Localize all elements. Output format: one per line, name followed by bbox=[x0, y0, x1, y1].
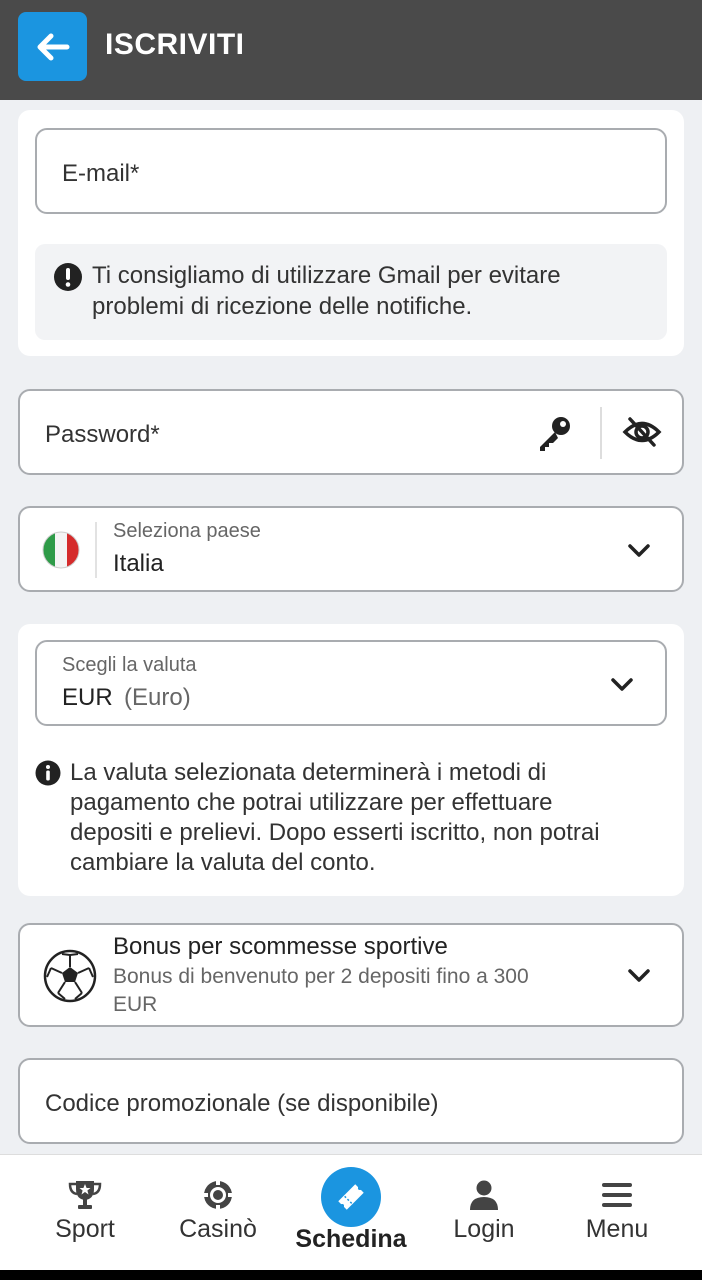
nav-label-login: Login bbox=[453, 1215, 515, 1243]
country-select[interactable]: Seleziona paese Italia bbox=[18, 506, 684, 592]
nav-item-sport[interactable]: Sport bbox=[18, 1155, 152, 1271]
chip-icon bbox=[203, 1180, 233, 1210]
chevron-down-icon bbox=[611, 678, 633, 691]
trophy-icon bbox=[68, 1181, 102, 1209]
nav-label-sport: Sport bbox=[55, 1215, 115, 1243]
bonus-title: Bonus per scommesse sportive bbox=[113, 933, 448, 960]
info-icon bbox=[35, 760, 61, 786]
gmail-note: Ti consigliamo di utilizzare Gmail per e… bbox=[35, 244, 667, 340]
gmail-note-line1: Ti consigliamo di utilizzare Gmail per e… bbox=[92, 262, 561, 289]
menu-icon bbox=[602, 1183, 632, 1207]
bonus-select[interactable]: Bonus per scommesse sportive Bonus di be… bbox=[18, 923, 684, 1027]
email-field[interactable]: E-mail* bbox=[35, 128, 667, 214]
arrow-left-icon bbox=[37, 33, 69, 60]
promo-code-field[interactable]: Codice promozionale (se disponibile) bbox=[18, 1058, 684, 1144]
password-field[interactable]: Password* bbox=[18, 389, 684, 475]
currency-label: Scegli la valuta bbox=[62, 654, 197, 676]
currency-note-line4: cambiare la valuta del conto. bbox=[70, 849, 376, 876]
currency-note-line3: depositi e prelievi. Dopo esserti iscrit… bbox=[70, 819, 600, 846]
chevron-down-icon bbox=[628, 544, 650, 557]
page-title: ISCRIVITI bbox=[105, 28, 245, 61]
warning-icon bbox=[54, 263, 82, 291]
nav-item-menu[interactable]: Menu bbox=[550, 1155, 684, 1271]
nav-item-casino[interactable]: Casinò bbox=[151, 1155, 285, 1271]
chevron-down-icon bbox=[628, 969, 650, 982]
italy-flag-icon bbox=[42, 531, 80, 569]
field-divider bbox=[600, 407, 602, 459]
currency-card: Scegli la valuta EUR (Euro) La valuta se… bbox=[18, 624, 684, 896]
schedina-active-indicator bbox=[321, 1167, 381, 1227]
nav-label-schedina: Schedina bbox=[295, 1225, 407, 1253]
nav-label-menu: Menu bbox=[585, 1215, 649, 1243]
nav-item-login[interactable]: Login bbox=[417, 1155, 551, 1271]
currency-name: (Euro) bbox=[124, 684, 191, 711]
currency-select[interactable]: Scegli la valuta EUR (Euro) bbox=[35, 640, 667, 726]
nav-item-schedina[interactable]: Schedina bbox=[284, 1155, 418, 1271]
key-icon[interactable] bbox=[534, 413, 574, 453]
form-content: E-mail* Ti consigliamo di utilizzare Gma… bbox=[0, 100, 702, 1154]
email-card: E-mail* Ti consigliamo di utilizzare Gma… bbox=[18, 110, 684, 356]
nav-label-casino: Casinò bbox=[179, 1215, 257, 1243]
currency-note-line1: La valuta selezionata determinerà i meto… bbox=[70, 759, 547, 786]
currency-note-line2: pagamento che potrai utilizzare per effe… bbox=[70, 789, 553, 816]
email-label: E-mail* bbox=[62, 160, 140, 187]
back-button[interactable] bbox=[18, 12, 87, 81]
user-icon bbox=[470, 1180, 498, 1210]
app-header: ISCRIVITI bbox=[0, 0, 702, 100]
flag-divider bbox=[95, 522, 97, 578]
country-label: Seleziona paese bbox=[113, 520, 261, 542]
currency-code: EUR bbox=[62, 684, 113, 711]
password-label: Password* bbox=[45, 421, 160, 448]
promo-code-label: Codice promozionale (se disponibile) bbox=[45, 1090, 439, 1117]
country-value: Italia bbox=[113, 550, 164, 577]
bonus-desc-line1: Bonus di benvenuto per 2 depositi fino a… bbox=[113, 965, 529, 988]
system-bar bbox=[0, 1270, 702, 1280]
ticket-icon bbox=[338, 1184, 364, 1210]
bottom-navigation: Sport Casinò Schedina Login Menu bbox=[0, 1154, 702, 1270]
eye-off-icon[interactable] bbox=[622, 415, 662, 449]
gmail-note-line2: problemi di ricezione delle notifiche. bbox=[92, 293, 473, 320]
bonus-desc-line2: EUR bbox=[113, 993, 158, 1016]
soccer-ball-icon bbox=[43, 949, 97, 1003]
